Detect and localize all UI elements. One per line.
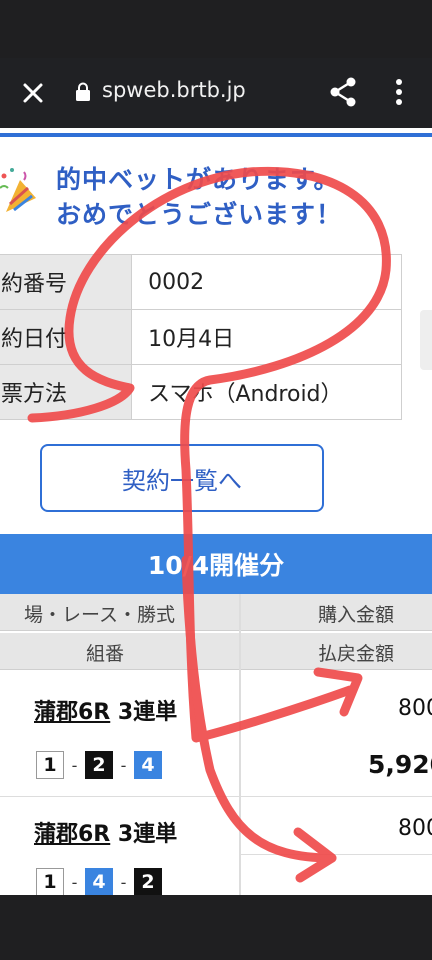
- boat-number-2: 2: [85, 751, 113, 779]
- congrats-line-1: 的中ベットがあります。: [56, 165, 340, 194]
- url-text[interactable]: spweb.brtb.jp: [102, 78, 246, 102]
- contract-date-label: 約日付: [0, 309, 133, 365]
- row-divider: [0, 796, 432, 797]
- boat-number-1: 1: [36, 751, 64, 779]
- bet-1-race[interactable]: 蒲郡6R 3連単: [34, 694, 177, 726]
- bet-1-type: 3連単: [117, 700, 178, 725]
- bet-2-venue[interactable]: 蒲郡6R: [34, 822, 110, 847]
- row-divider: [240, 854, 432, 855]
- bet-2-type: 3連単: [117, 822, 178, 847]
- header-venue-race-type: 場・レース・勝式: [24, 604, 176, 626]
- header-payout-amount: 払戻金額: [318, 643, 395, 665]
- bet-1-purchase: 800: [398, 696, 432, 721]
- boat-number-4: 4: [134, 751, 162, 779]
- bet-1-combination: 1 - 2 - 4: [36, 751, 162, 779]
- status-bar: [0, 0, 432, 58]
- table-header-row-1: 場・レース・勝式 購入金額: [0, 594, 432, 631]
- vote-method-value: スマホ（Android）: [131, 364, 402, 420]
- table-row: 約日付 10月4日: [0, 309, 402, 365]
- contract-number-label: 約番号: [0, 254, 133, 310]
- column-divider: [239, 594, 241, 895]
- header-purchase-amount: 購入金額: [318, 604, 395, 626]
- contract-number-value: 0002: [131, 254, 402, 310]
- vote-method-label: 票方法: [0, 364, 133, 420]
- table-header-row-2: 組番 払戻金額: [0, 633, 432, 670]
- combo-separator: -: [71, 872, 78, 892]
- congrats-message: 的中ベットがあります。 おめでとうございます！: [56, 162, 342, 232]
- combo-separator: -: [120, 872, 127, 892]
- navigation-bar: [0, 895, 432, 960]
- combo-separator: -: [71, 755, 78, 775]
- more-vert-icon[interactable]: [392, 76, 406, 108]
- header-combination: 組番: [86, 643, 125, 665]
- side-panel-edge: [420, 310, 432, 370]
- contract-info-table: 約番号 0002 約日付 10月4日 票方法 スマホ（Android）: [0, 254, 402, 420]
- combo-separator: -: [120, 755, 127, 775]
- web-content: 的中ベットがあります。 おめでとうございます！ 約番号 0002 約日付 10月…: [0, 128, 432, 895]
- contract-list-button[interactable]: 契約一覧へ: [40, 444, 324, 512]
- browser-toolbar: spweb.brtb.jp: [0, 58, 432, 128]
- bet-2-combination: 1 - 4 - 2: [36, 868, 162, 895]
- boat-number-4: 4: [85, 868, 113, 895]
- boat-number-2: 2: [134, 868, 162, 895]
- bet-2-race[interactable]: 蒲郡6R 3連単: [34, 816, 177, 848]
- share-icon[interactable]: [328, 76, 358, 108]
- congrats-line-2: おめでとうございます！: [56, 200, 343, 229]
- party-popper-icon: [0, 168, 36, 212]
- close-icon[interactable]: [18, 78, 48, 108]
- contract-date-value: 10月4日: [131, 309, 402, 365]
- lock-icon: [76, 82, 90, 101]
- bet-1-payout: 5,920: [368, 750, 432, 779]
- bet-2-purchase: 800: [398, 816, 432, 841]
- day-header: 10/4開催分: [0, 534, 432, 594]
- table-row: 票方法 スマホ（Android）: [0, 364, 402, 420]
- table-row: 約番号 0002: [0, 254, 402, 310]
- top-accent-line: [0, 133, 432, 137]
- boat-number-1: 1: [36, 868, 64, 895]
- bet-1-venue[interactable]: 蒲郡6R: [34, 700, 110, 725]
